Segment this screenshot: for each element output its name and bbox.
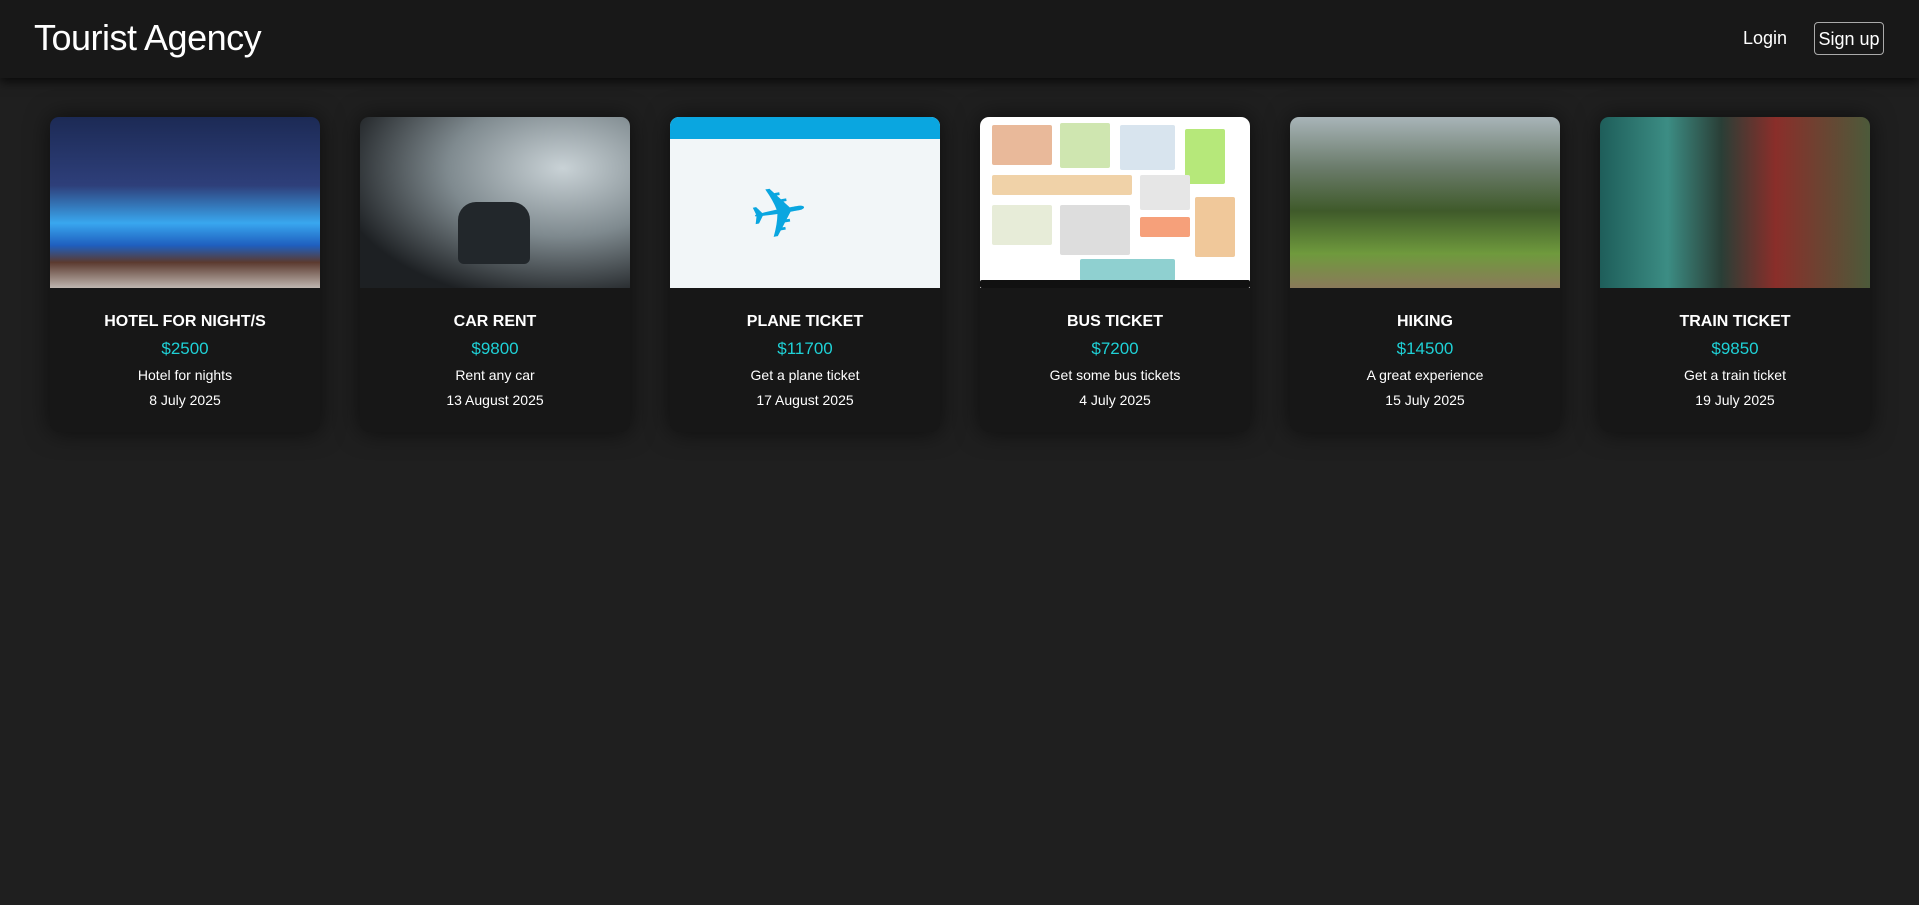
top-navbar: Tourist Agency Login Sign up [0,0,1919,78]
card-date: 8 July 2025 [149,392,221,408]
signup-button[interactable]: Sign up [1814,22,1884,55]
card-date: 13 August 2025 [446,392,544,408]
card-date: 15 July 2025 [1385,392,1465,408]
card-title: TRAIN TICKET [1679,313,1791,330]
card-price: $9850 [1711,339,1759,358]
card-description: Get some bus tickets [1049,367,1181,383]
card-price: $9800 [471,339,519,358]
card-title: CAR RENT [453,313,537,330]
offer-card-car[interactable]: CAR RENT $9800 Rent any car 13 August 20… [360,117,630,432]
login-link[interactable]: Login [1743,28,1787,49]
card-description: Hotel for nights [137,367,233,383]
hotel-image [50,117,320,288]
card-price: $14500 [1396,339,1454,358]
card-title: HOTEL FOR NIGHT/S [104,313,266,330]
card-date: 17 August 2025 [756,392,854,408]
car-image [360,117,630,288]
card-date: 4 July 2025 [1079,392,1151,408]
offer-card-train[interactable]: TRAIN TICKET $9850 Get a train ticket 19… [1600,117,1870,432]
card-description: Get a plane ticket [750,367,860,383]
card-description: Get a train ticket [1684,367,1786,383]
card-title: BUS TICKET [1067,313,1163,330]
brand-title[interactable]: Tourist Agency [34,17,262,59]
offer-card-hiking[interactable]: HIKING $14500 A great experience 15 July… [1290,117,1560,432]
card-title: HIKING [1397,313,1453,330]
hiking-image [1290,117,1560,288]
card-date: 19 July 2025 [1695,392,1775,408]
card-price: $7200 [1091,339,1139,358]
card-title: PLANE TICKET [746,313,864,330]
card-description: A great experience [1366,367,1484,383]
card-price: $2500 [161,339,209,358]
offer-card-bus[interactable]: BUS TICKET $7200 Get some bus tickets 4 … [980,117,1250,432]
plane-ticket-image: ✈ [670,117,940,288]
train-image [1600,117,1870,288]
bus-tickets-image [980,117,1250,288]
card-description: Rent any car [455,367,535,383]
offer-card-hotel[interactable]: HOTEL FOR NIGHT/S $2500 Hotel for nights… [50,117,320,432]
card-price: $11700 [777,339,833,358]
offer-card-plane[interactable]: ✈ PLANE TICKET $11700 Get a plane ticket… [670,117,940,432]
